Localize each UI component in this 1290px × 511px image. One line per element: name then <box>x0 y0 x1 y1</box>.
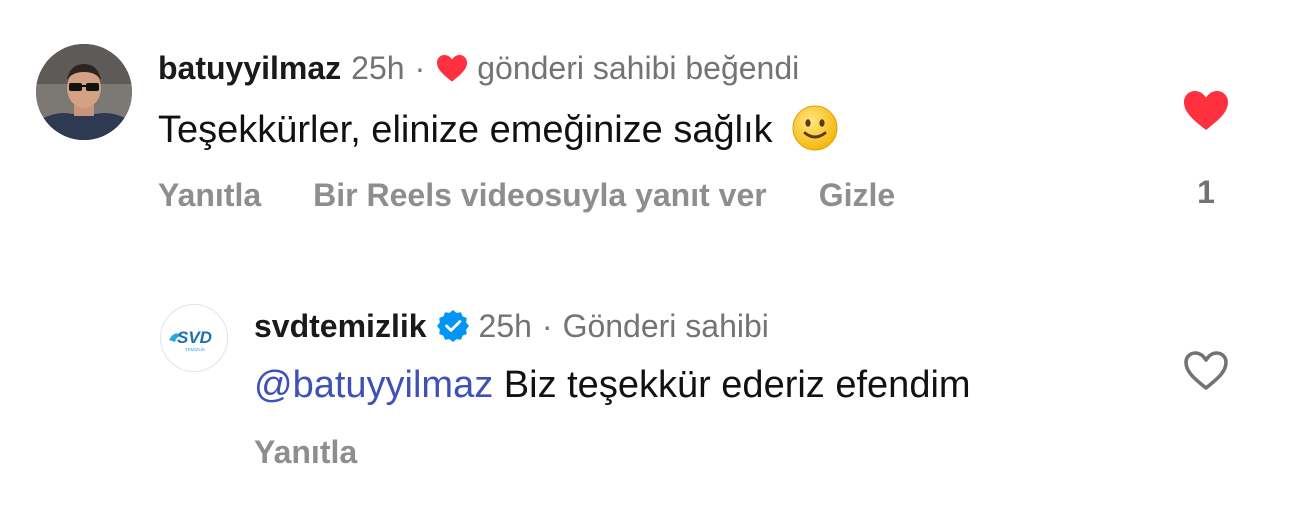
svd-logo: SVD TEMİZLİK <box>169 328 212 352</box>
svd-logo-text: SVD <box>177 328 212 347</box>
avatar-photo <box>36 44 132 140</box>
comment-meta: batuyyilmaz 25h · gönderi sahibi beğendi <box>158 48 799 88</box>
comment-text: Teşekkürler, elinize emeğinize sağlık <box>158 104 839 153</box>
comment: batuyyilmaz 25h · gönderi sahibi beğendi… <box>0 0 1290 240</box>
username[interactable]: batuyyilmaz <box>158 48 341 88</box>
heart-filled-icon <box>437 55 468 82</box>
heart-filled-icon[interactable] <box>1182 88 1230 132</box>
like-count[interactable]: 1 <box>1197 174 1215 210</box>
username[interactable]: svdtemizlik <box>254 306 427 346</box>
separator-dot: · <box>541 308 553 344</box>
heart-outline-icon[interactable] <box>1182 348 1230 392</box>
mention-link[interactable]: @batuyyilmaz <box>254 364 493 406</box>
separator-dot: · <box>414 50 426 86</box>
liked-by-owner-label: gönderi sahibi beğendi <box>477 50 800 86</box>
reply-button[interactable]: Yanıtla <box>254 432 357 472</box>
verified-badge-icon <box>436 310 469 342</box>
reels-reply-button[interactable]: Bir Reels videosuyla yanıt ver <box>313 175 767 215</box>
reply-body: Biz teşekkür ederiz efendim <box>503 364 971 406</box>
avatar[interactable]: SVD TEMİZLİK <box>160 304 228 372</box>
reply-button[interactable]: Yanıtla <box>158 175 261 215</box>
reply-meta: svdtemizlik 25h · Gönderi sahibi <box>254 306 769 346</box>
reply-text: @batuyyilmaz Biz teşekkür ederiz efendim <box>254 362 971 408</box>
svd-logo-subtext: TEMİZLİK <box>185 346 205 352</box>
avatar[interactable] <box>36 44 132 140</box>
timestamp: 25h <box>351 50 405 86</box>
like-column <box>1176 348 1236 392</box>
hide-button[interactable]: Gizle <box>819 175 895 215</box>
timestamp: 25h <box>478 308 532 344</box>
post-owner-label: Gönderi sahibi <box>562 308 769 344</box>
slightly-smiling-face-icon <box>792 105 838 151</box>
comment-body: Teşekkürler, elinize emeğinize sağlık <box>158 109 773 151</box>
reply-actions: Yanıtla <box>254 432 409 472</box>
reply: SVD TEMİZLİK svdtemizlik 25h · Gönderi s… <box>0 260 1290 500</box>
comment-actions: Yanıtla Bir Reels videosuyla yanıt ver G… <box>158 175 947 215</box>
like-column: 1 <box>1176 88 1236 210</box>
